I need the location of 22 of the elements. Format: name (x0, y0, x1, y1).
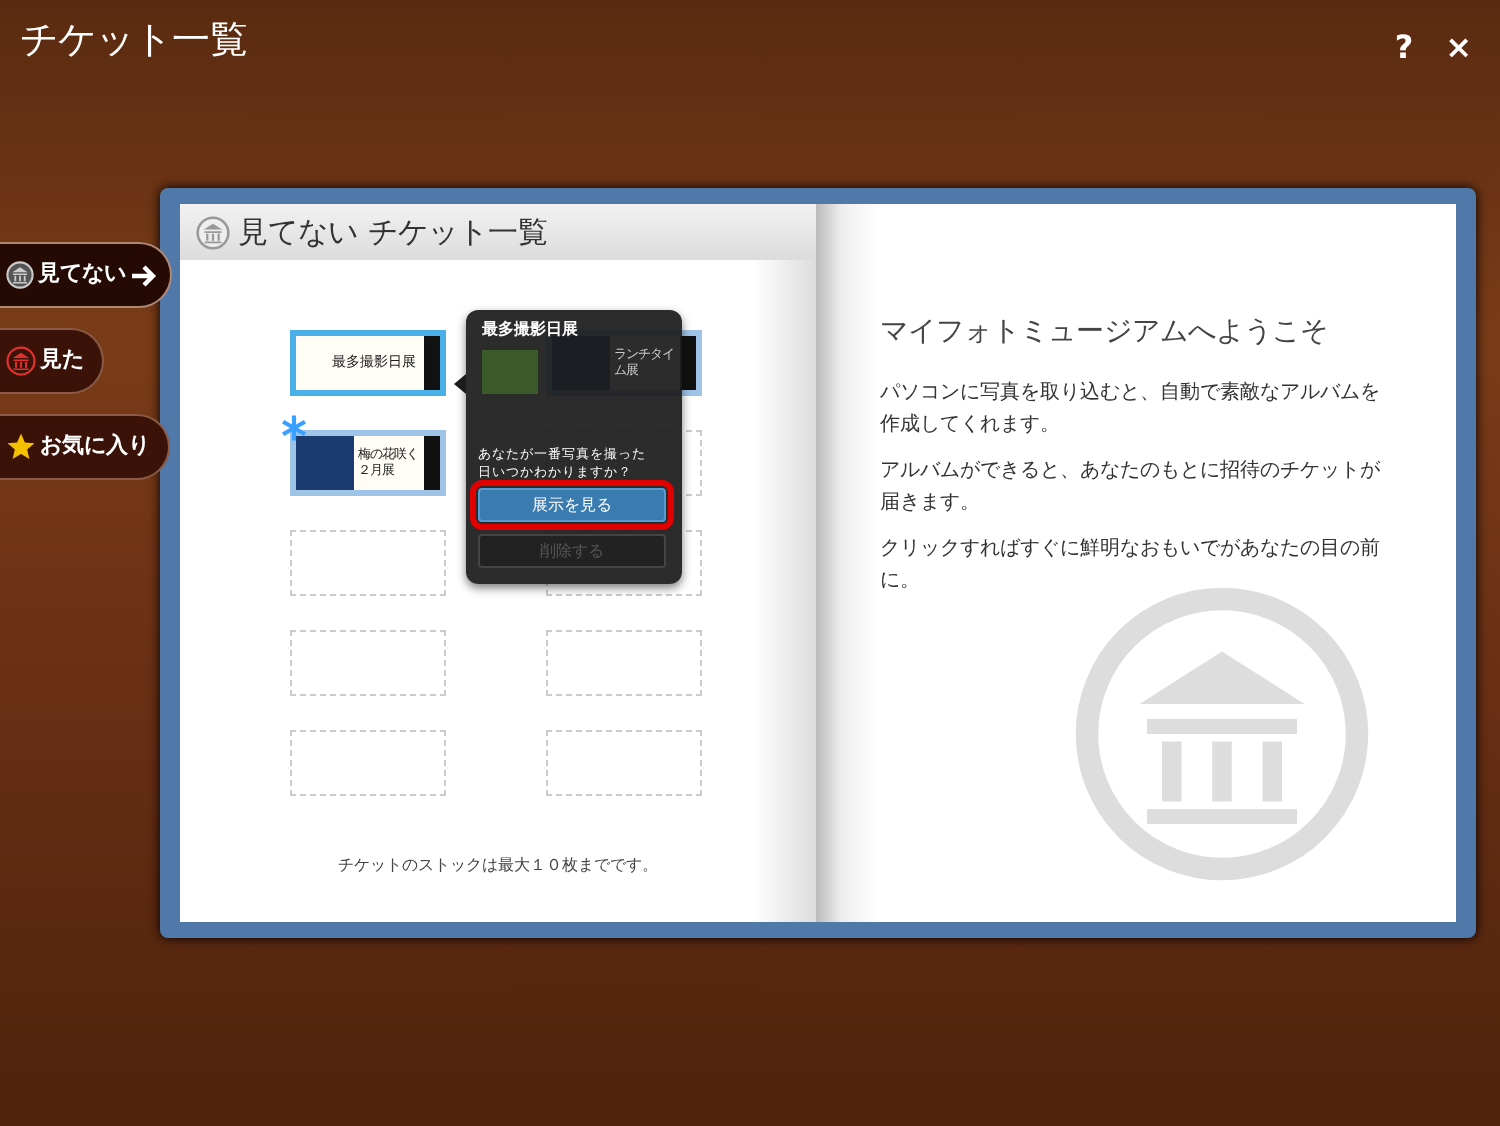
ticket-stub (424, 336, 440, 390)
museum-icon (1072, 584, 1372, 884)
star-icon (6, 432, 36, 462)
arrow-right-icon (130, 263, 158, 287)
ticket-stub (424, 436, 440, 490)
welcome-heading: マイフォトミュージアムへようこそ (880, 314, 1330, 352)
popover-title: 最多撮影日展 (482, 318, 580, 342)
sidebar-tab[interactable]: 見てない (0, 242, 172, 308)
close-button[interactable]: × (1437, 12, 1480, 84)
window-title: チケット一覧 (20, 16, 248, 66)
sidebar-tab[interactable]: 見た (0, 328, 104, 394)
museum-icon (6, 260, 34, 290)
welcome-paragraph: アルバムができると、あなたのもとに招待のチケットが届きます。 (880, 457, 1382, 518)
museum-icon (196, 216, 230, 251)
page-title: 見てない チケット一覧 (238, 211, 548, 254)
welcome-paragraph: パソコンに写真を取り込むと、自動で素敵なアルバムを作成してくれます。 (880, 379, 1382, 440)
museum-icon (6, 346, 36, 376)
photo-placeholder (482, 350, 538, 394)
help-button[interactable]: ? (1386, 12, 1422, 84)
sidebar-tab[interactable]: お気に入り (0, 414, 170, 480)
welcome-paragraph: クリックすればすぐに鮮明なおもいでがあなたの目の前に。 (880, 536, 1382, 596)
stock-note: チケットのストックは最大１０枚までです。 (338, 856, 658, 874)
